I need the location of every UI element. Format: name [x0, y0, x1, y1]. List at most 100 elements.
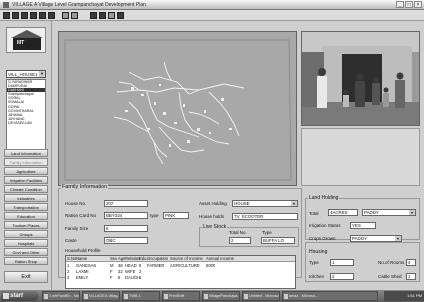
caste-label: Caste [65, 238, 77, 243]
taskbar: start 1 wfrPaintEn - Micr...VILLAGEA Vil… [0, 290, 424, 302]
family-size-field[interactable]: 6 [104, 225, 148, 232]
ration-card-field[interactable]: BBY334 [104, 212, 148, 219]
taskbar-item[interactable]: PrintShift [162, 291, 200, 301]
start-button[interactable]: start [1, 291, 39, 301]
close-button[interactable]: × [414, 1, 422, 8]
livestock-type-label: Type [262, 230, 272, 235]
nav-button-groups[interactable]: Groups [4, 230, 48, 238]
rooms-field[interactable]: 4 [406, 259, 416, 266]
village-list[interactable]: G.YARADWAR DAMPURAI DAKHANI Grampanchayat GO… [6, 79, 46, 156]
village-list-item[interactable]: DEYASEELAN [7, 121, 45, 125]
zoom-out-icon[interactable] [99, 12, 106, 19]
open-icon[interactable] [12, 12, 19, 19]
table-cell: EMILY [76, 275, 89, 280]
app-icon [84, 294, 88, 299]
nav-button-industries[interactable]: Industries [4, 194, 48, 202]
app-icon [204, 294, 208, 299]
kitchen-field[interactable]: 2 [330, 273, 354, 280]
app-icon [244, 294, 248, 299]
irrigation-status-field[interactable]: YES [350, 222, 376, 229]
nav-button-govt-and-other[interactable]: Govt and Other [4, 248, 48, 256]
taskbar-item[interactable]: 1 wfrPaintEn - Micr... [42, 291, 80, 301]
livestock-type-field[interactable]: BUFFA LO [261, 237, 295, 244]
land-crop-type-select[interactable]: PADDY ▾ [362, 209, 416, 216]
nav-button-climate-condition[interactable]: Climate Condition [4, 185, 48, 193]
taskbar-item[interactable]: amaz - Microso... [282, 291, 378, 301]
house-no-field[interactable]: 207 [104, 200, 148, 207]
land-total-label: Total [309, 211, 319, 216]
housing-type-field[interactable]: 1 [330, 259, 354, 266]
app-icon [44, 294, 48, 299]
column-header: S.No [67, 256, 77, 261]
nav-button-agriculture[interactable]: Agriculture [4, 167, 48, 175]
zoom-in-icon[interactable] [90, 12, 97, 19]
nav-button-hospitals[interactable]: Hospitals [4, 239, 48, 247]
house-holds-field[interactable]: TV, SCOOTER [232, 213, 298, 220]
logo: IIIT [6, 27, 46, 53]
pan-icon[interactable] [108, 12, 115, 19]
preview-icon[interactable] [39, 12, 46, 19]
land-holding-group [305, 198, 420, 240]
system-clock: 1:51 PM [384, 291, 424, 301]
nav-button-land-information[interactable]: Land Information [4, 149, 48, 157]
chevron-down-icon[interactable]: ▾ [409, 210, 415, 215]
nav-button-transportation[interactable]: Transportation [4, 203, 48, 211]
edit-icon[interactable] [48, 12, 55, 19]
taskbar-item[interactable]: VILLAGEA Villag... [82, 291, 120, 301]
app-icon [164, 294, 168, 299]
nav-button-family-information[interactable]: Family Information [4, 158, 48, 166]
caste-field[interactable]: OBC [104, 237, 148, 244]
new-icon[interactable] [3, 12, 10, 19]
exit-button[interactable]: Exit [4, 271, 48, 283]
chevron-down-icon[interactable]: ▾ [291, 201, 297, 206]
household-profile-table[interactable]: S.No Name Sex Age Relation Edu. Occupation Sour… [65, 255, 296, 289]
maximize-button[interactable]: □ [405, 1, 413, 8]
table-cell: 5 [118, 275, 121, 280]
taskbar-item[interactable]: VillagePanchaya... [202, 291, 240, 301]
nav-button-tourism-places[interactable]: Tourism Places [4, 221, 48, 229]
nav-button-education[interactable]: Education [4, 212, 48, 220]
asset-holding-label: Asset Holding [199, 201, 227, 206]
nav-button-irrigation-facilities[interactable]: Irrigation Facilities [4, 176, 48, 184]
column-header: Annual Income [206, 256, 234, 261]
cattle-shed-label: Cattle Shed [378, 274, 402, 279]
village-select[interactable]: VILL_HOUSE1 ▾ [6, 70, 46, 78]
family-size-label: Family Size [65, 226, 89, 231]
ration-card-label: Ration Card No [65, 213, 97, 218]
column-header: Source of Income [170, 256, 203, 261]
app-icon [3, 2, 9, 8]
nav-button-ration-shop[interactable]: Ration Shop [4, 257, 48, 265]
live-stock-title: Live Stock [202, 224, 228, 230]
info-icon[interactable] [117, 12, 124, 19]
house-holds-label: House holds [199, 214, 225, 219]
sidebar: IIIT VILL_HOUSE1 ▾ G.YARADWAR DAMPURAI DAK… [0, 21, 52, 290]
minimize-button[interactable]: _ [396, 1, 404, 8]
windows-logo-icon [3, 293, 9, 299]
type-label: type [150, 213, 159, 218]
save-icon[interactable] [21, 12, 28, 19]
taskbar-item[interactable]: TWB.1 [122, 291, 160, 301]
asset-holding-select[interactable]: HOUSE ▾ [232, 200, 298, 207]
table-row[interactable]: 3 EMILY F 5 DAUGH 1 [66, 275, 295, 281]
crops-grown-select[interactable]: PADDY ▾ [350, 235, 402, 242]
irrigation-status-label: Irrigation Status [309, 223, 341, 228]
map-canvas[interactable] [59, 32, 296, 185]
livestock-total-field[interactable]: 2 [229, 237, 251, 244]
crops-grown-label: Crops Grown [309, 236, 336, 241]
column-header: Sex [110, 256, 118, 261]
ration-type-field[interactable]: PINK [163, 212, 189, 219]
cattle-shed-field[interactable]: 1 [406, 273, 416, 280]
taskbar-item[interactable]: Untitled - Microsoft... [242, 291, 280, 301]
pointer-icon[interactable] [62, 12, 69, 19]
chevron-down-icon[interactable]: ▾ [39, 71, 45, 77]
total-no-label: Total No. [229, 230, 247, 235]
window-title: VILLAGE A Village Level Grampanchayat De… [12, 2, 146, 8]
family-information-title: Family Information [61, 184, 109, 190]
rooms-label: No.of Rooms [378, 260, 405, 265]
land-total-field[interactable]: 4ACRES [328, 209, 358, 216]
village-map[interactable] [58, 31, 297, 186]
photo-preview-area [301, 128, 420, 186]
print-icon[interactable] [30, 12, 37, 19]
land-holding-title: Land Holding [308, 195, 340, 201]
help-icon[interactable] [71, 12, 78, 19]
